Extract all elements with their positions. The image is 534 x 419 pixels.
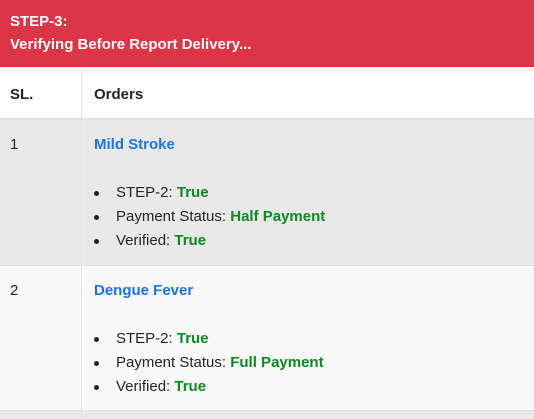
status-label: Payment Status: (116, 354, 231, 371)
list-item: Verified: True (94, 229, 325, 253)
step-description: Verifying Before Report Delivery... (10, 36, 252, 53)
order-status-list: STEP-2: True Payment Status: Full Paymen… (94, 327, 324, 399)
status-value: True (176, 330, 209, 347)
next-row-partial (0, 411, 534, 419)
status-value: Full Payment (230, 354, 324, 371)
status-label: Payment Status: (116, 208, 231, 225)
column-divider (81, 120, 82, 265)
status-label: Verified: (116, 232, 175, 249)
list-item: Payment Status: Full Payment (94, 351, 324, 375)
orders-table: SL. Orders 1 Mild Stroke STEP-2: True Pa… (0, 70, 534, 411)
status-label: STEP-2: (116, 184, 177, 201)
column-divider (81, 411, 82, 419)
column-header-sl: SL. (10, 86, 34, 103)
column-divider (81, 266, 82, 410)
step-label: STEP-3: (10, 13, 68, 30)
step-header: STEP-3: Verifying Before Report Delivery… (0, 0, 534, 67)
status-value: True (176, 184, 209, 201)
row-serial: 1 (10, 136, 19, 153)
table-row: 1 Mild Stroke STEP-2: True Payment Statu… (0, 120, 534, 266)
status-label: STEP-2: (116, 330, 177, 347)
status-label: Verified: (116, 378, 175, 395)
list-item: STEP-2: True (94, 181, 325, 205)
list-item: Verified: True (94, 375, 324, 399)
order-title-link[interactable]: Mild Stroke (94, 136, 175, 153)
table-header: SL. Orders (0, 70, 534, 120)
column-divider (81, 71, 82, 118)
list-item: Payment Status: Half Payment (94, 205, 325, 229)
row-serial: 2 (10, 282, 19, 299)
order-status-list: STEP-2: True Payment Status: Half Paymen… (94, 181, 325, 253)
column-header-orders: Orders (94, 86, 144, 103)
order-title-link[interactable]: Dengue Fever (94, 282, 193, 299)
status-value: Half Payment (230, 208, 326, 225)
status-value: True (174, 378, 207, 395)
table-row: 2 Dengue Fever STEP-2: True Payment Stat… (0, 266, 534, 411)
status-value: True (174, 232, 207, 249)
list-item: STEP-2: True (94, 327, 324, 351)
